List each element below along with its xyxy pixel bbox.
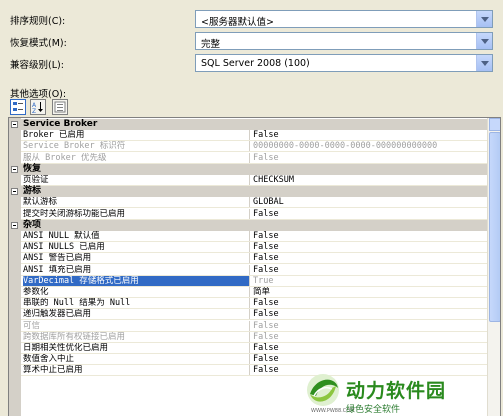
property-row[interactable]: 数值舍入中止 False — [9, 354, 487, 366]
collapse-icon[interactable] — [11, 121, 18, 128]
recovery-model-label: 恢复模式(M): — [10, 38, 67, 49]
chevron-down-icon[interactable] — [476, 11, 492, 27]
property-row[interactable]: 日期相关性优化已启用 False — [9, 343, 487, 354]
property-row[interactable]: ANSI NULL 默认值 False — [9, 231, 487, 242]
category-row[interactable]: 游标 — [9, 186, 487, 198]
property-row[interactable]: 可信 False — [9, 320, 487, 332]
category-label: 游标 — [23, 186, 42, 197]
scroll-thumb[interactable] — [489, 132, 500, 322]
property-row[interactable]: 参数化 简单 — [9, 287, 487, 298]
alphabetical-icon[interactable]: A Z — [30, 99, 46, 115]
property-pages-icon[interactable] — [52, 99, 68, 115]
sort-rule-combo[interactable]: <服务器默认值> — [195, 10, 493, 28]
category-label: 杂项 — [23, 219, 42, 230]
recovery-model-value: 完整 — [201, 39, 221, 50]
property-row[interactable]: 默认游标 GLOBAL — [9, 197, 487, 209]
category-row[interactable]: 恢复 — [9, 163, 487, 175]
property-row[interactable]: 提交时关闭游标功能已启用 False — [9, 208, 487, 220]
property-toolbar: A Z — [10, 99, 70, 115]
compat-level-row: 兼容级别(L): SQL Server 2008 (100) — [0, 52, 503, 72]
category-row[interactable]: 杂项 — [9, 219, 487, 231]
svg-text:Z: Z — [32, 108, 36, 114]
collapse-icon[interactable] — [11, 188, 18, 196]
property-row[interactable]: ANSI 警告已启用 False — [9, 253, 487, 265]
property-row[interactable]: 跨数据库所有权链接已启用 False — [9, 331, 487, 343]
property-row[interactable]: Service Broker 标识符 00000000-0000-0000-000… — [9, 141, 487, 153]
recovery-model-row: 恢复模式(M): 完整 — [0, 30, 503, 50]
swirl-logo-icon — [307, 374, 339, 406]
sort-rule-row: 排序规则(C): <服务器默认值> — [0, 8, 503, 28]
compat-level-label: 兼容级别(L): — [10, 60, 64, 71]
watermark-subtitle: 绿色安全软件 — [346, 405, 401, 415]
category-row[interactable]: Service Broker — [9, 119, 487, 130]
property-row[interactable]: ANSI NULLS 已启用 False — [9, 242, 487, 254]
compat-level-value: SQL Server 2008 (100) — [201, 58, 310, 69]
property-row[interactable]: 递归触发器已启用 False — [9, 309, 487, 321]
chevron-down-icon[interactable] — [476, 33, 492, 49]
watermark-title: 动力软件园 — [346, 380, 447, 402]
property-row[interactable]: 串联的 Null 结果为 Null False — [9, 298, 487, 310]
category-label: Service Broker — [23, 119, 98, 129]
property-row[interactable]: 页验证 CHECKSUM — [9, 175, 487, 186]
sort-rule-value: <服务器默认值> — [201, 17, 274, 28]
category-label: 恢复 — [23, 163, 42, 174]
watermark: 动力软件园 WWW.PW88.COM 绿色安全软件 — [302, 370, 502, 416]
sort-rule-label: 排序规则(C): — [10, 16, 66, 27]
chevron-down-icon[interactable] — [476, 55, 492, 71]
collapse-icon[interactable] — [11, 221, 18, 229]
compat-level-combo[interactable]: SQL Server 2008 (100) — [195, 54, 493, 72]
property-row[interactable]: ANSI 填充已启用 False — [9, 264, 487, 276]
property-row[interactable]: 服从 Broker 优先级 False — [9, 152, 487, 164]
property-row[interactable]: Broker 已启用 False — [9, 130, 487, 142]
categorized-icon[interactable] — [10, 99, 26, 115]
property-row[interactable]: VarDecimal 存储格式已启用 True — [9, 275, 487, 287]
recovery-model-combo[interactable]: 完整 — [195, 32, 493, 50]
other-options-label: 其他选项(O): — [10, 89, 67, 100]
collapse-icon[interactable] — [11, 165, 18, 173]
scroll-up-button[interactable] — [489, 118, 500, 131]
